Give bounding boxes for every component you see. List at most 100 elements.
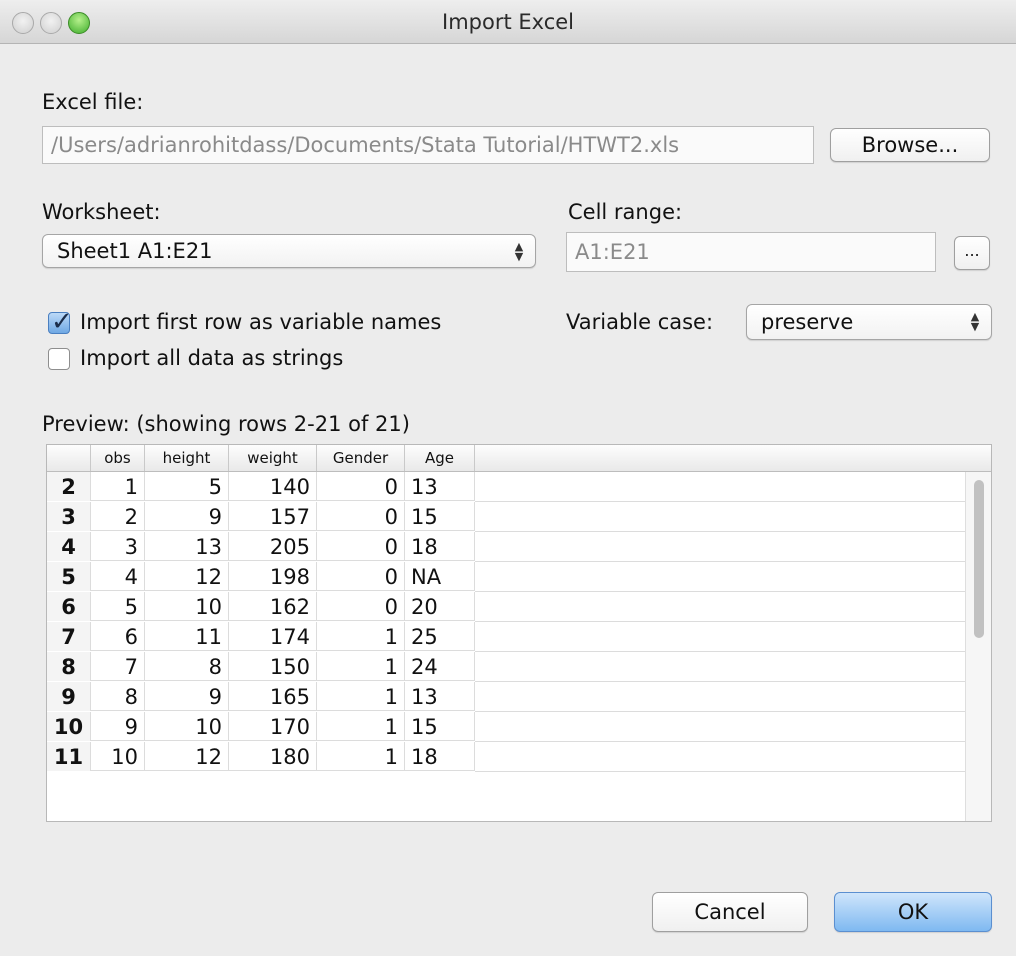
browse-button[interactable]: Browse...	[830, 128, 990, 162]
gender-cell: 0	[317, 592, 405, 621]
table-row[interactable]: 11 10 12 180 1 18	[47, 742, 475, 771]
row-divider	[475, 621, 965, 622]
row-number-cell: 11	[47, 742, 91, 771]
weight-cell: 170	[229, 712, 317, 741]
preview-scrollbar[interactable]	[965, 472, 991, 821]
variable-case-select[interactable]: preserve ▲ ▼	[746, 304, 992, 340]
age-cell: 25	[405, 622, 475, 651]
table-row[interactable]: 4 3 13 205 0 18	[47, 532, 475, 561]
table-row[interactable]: 5 4 12 198 0 NA	[47, 562, 475, 591]
row-divider	[475, 711, 965, 712]
row-divider	[475, 681, 965, 682]
age-cell: 18	[405, 742, 475, 771]
row-number-cell: 7	[47, 622, 91, 651]
obs-cell: 6	[91, 622, 145, 651]
scrollbar-thumb[interactable]	[974, 480, 984, 638]
row-divider	[475, 591, 965, 592]
age-cell: 13	[405, 682, 475, 711]
strings-option-label[interactable]: Import all data as strings	[80, 346, 343, 370]
weight-cell: 205	[229, 532, 317, 561]
obs-cell: 2	[91, 502, 145, 531]
header-height: height	[145, 445, 229, 471]
window-title: Import Excel	[442, 10, 574, 34]
weight-cell: 174	[229, 622, 317, 651]
row-number-cell: 3	[47, 502, 91, 531]
gender-cell: 1	[317, 742, 405, 771]
gender-cell: 1	[317, 712, 405, 741]
height-cell: 12	[145, 742, 229, 771]
excel-file-label: Excel file:	[42, 90, 144, 114]
weight-cell: 157	[229, 502, 317, 531]
gender-cell: 1	[317, 682, 405, 711]
cell-range-label: Cell range:	[568, 200, 683, 224]
gender-cell: 1	[317, 622, 405, 651]
row-divider	[475, 771, 965, 772]
row-divider	[475, 561, 965, 562]
excel-file-path-field[interactable]: /Users/adrianrohitdass/Documents/Stata T…	[42, 126, 814, 164]
table-row[interactable]: 6 5 10 162 0 20	[47, 592, 475, 621]
updown-arrows-icon: ▲ ▼	[970, 310, 980, 333]
first-row-option-label[interactable]: Import first row as variable names	[80, 310, 441, 334]
updown-arrows-icon: ▲ ▼	[514, 240, 524, 263]
gender-cell: 1	[317, 652, 405, 681]
gender-cell: 0	[317, 472, 405, 501]
cancel-button[interactable]: Cancel	[652, 892, 808, 932]
weight-cell: 140	[229, 472, 317, 501]
cell-range-picker-button[interactable]: ...	[954, 236, 990, 270]
row-number-cell: 9	[47, 682, 91, 711]
height-cell: 11	[145, 622, 229, 651]
table-row[interactable]: 10 9 10 170 1 15	[47, 712, 475, 741]
height-cell: 10	[145, 712, 229, 741]
weight-cell: 198	[229, 562, 317, 591]
age-cell: 20	[405, 592, 475, 621]
row-divider	[475, 651, 965, 652]
first-row-checkbox[interactable]: ✓	[48, 307, 73, 337]
header-row-number	[47, 445, 91, 471]
row-number-cell: 10	[47, 712, 91, 741]
preview-table[interactable]: obs height weight Gender Age 2 1 5 140 0 13 3 2…	[46, 444, 992, 822]
row-number-cell: 8	[47, 652, 91, 681]
cell-range-field[interactable]: A1:E21	[566, 232, 936, 272]
row-number-cell: 4	[47, 532, 91, 561]
height-cell: 9	[145, 502, 229, 531]
obs-cell: 8	[91, 682, 145, 711]
age-cell: 24	[405, 652, 475, 681]
gender-cell: 0	[317, 562, 405, 591]
row-divider	[475, 531, 965, 532]
header-obs: obs	[91, 445, 145, 471]
header-weight: weight	[229, 445, 317, 471]
header-age: Age	[405, 445, 475, 471]
row-divider	[475, 741, 965, 742]
row-divider	[475, 501, 965, 502]
checkmark-icon: ✓	[51, 307, 73, 337]
obs-cell: 1	[91, 472, 145, 501]
table-row[interactable]: 9 8 9 165 1 13	[47, 682, 475, 711]
table-row[interactable]: 8 7 8 150 1 24	[47, 652, 475, 681]
ok-button[interactable]: OK	[834, 892, 992, 932]
table-row[interactable]: 7 6 11 174 1 25	[47, 622, 475, 651]
weight-cell: 150	[229, 652, 317, 681]
variable-case-label: Variable case:	[566, 310, 714, 334]
table-row[interactable]: 3 2 9 157 0 15	[47, 502, 475, 531]
height-cell: 5	[145, 472, 229, 501]
worksheet-selected-value: Sheet1 A1:E21	[57, 239, 213, 263]
table-row[interactable]: 2 1 5 140 0 13	[47, 472, 475, 501]
variable-case-selected-value: preserve	[761, 310, 854, 334]
worksheet-select[interactable]: Sheet1 A1:E21 ▲ ▼	[42, 234, 536, 268]
obs-cell: 3	[91, 532, 145, 561]
strings-checkbox[interactable]	[48, 348, 70, 370]
preview-table-header: obs height weight Gender Age	[47, 445, 991, 472]
obs-cell: 10	[91, 742, 145, 771]
weight-cell: 162	[229, 592, 317, 621]
obs-cell: 7	[91, 652, 145, 681]
weight-cell: 180	[229, 742, 317, 771]
obs-cell: 5	[91, 592, 145, 621]
row-number-cell: 6	[47, 592, 91, 621]
age-cell: 15	[405, 502, 475, 531]
gender-cell: 0	[317, 532, 405, 561]
height-cell: 12	[145, 562, 229, 591]
height-cell: 10	[145, 592, 229, 621]
age-cell: 13	[405, 472, 475, 501]
height-cell: 8	[145, 652, 229, 681]
weight-cell: 165	[229, 682, 317, 711]
